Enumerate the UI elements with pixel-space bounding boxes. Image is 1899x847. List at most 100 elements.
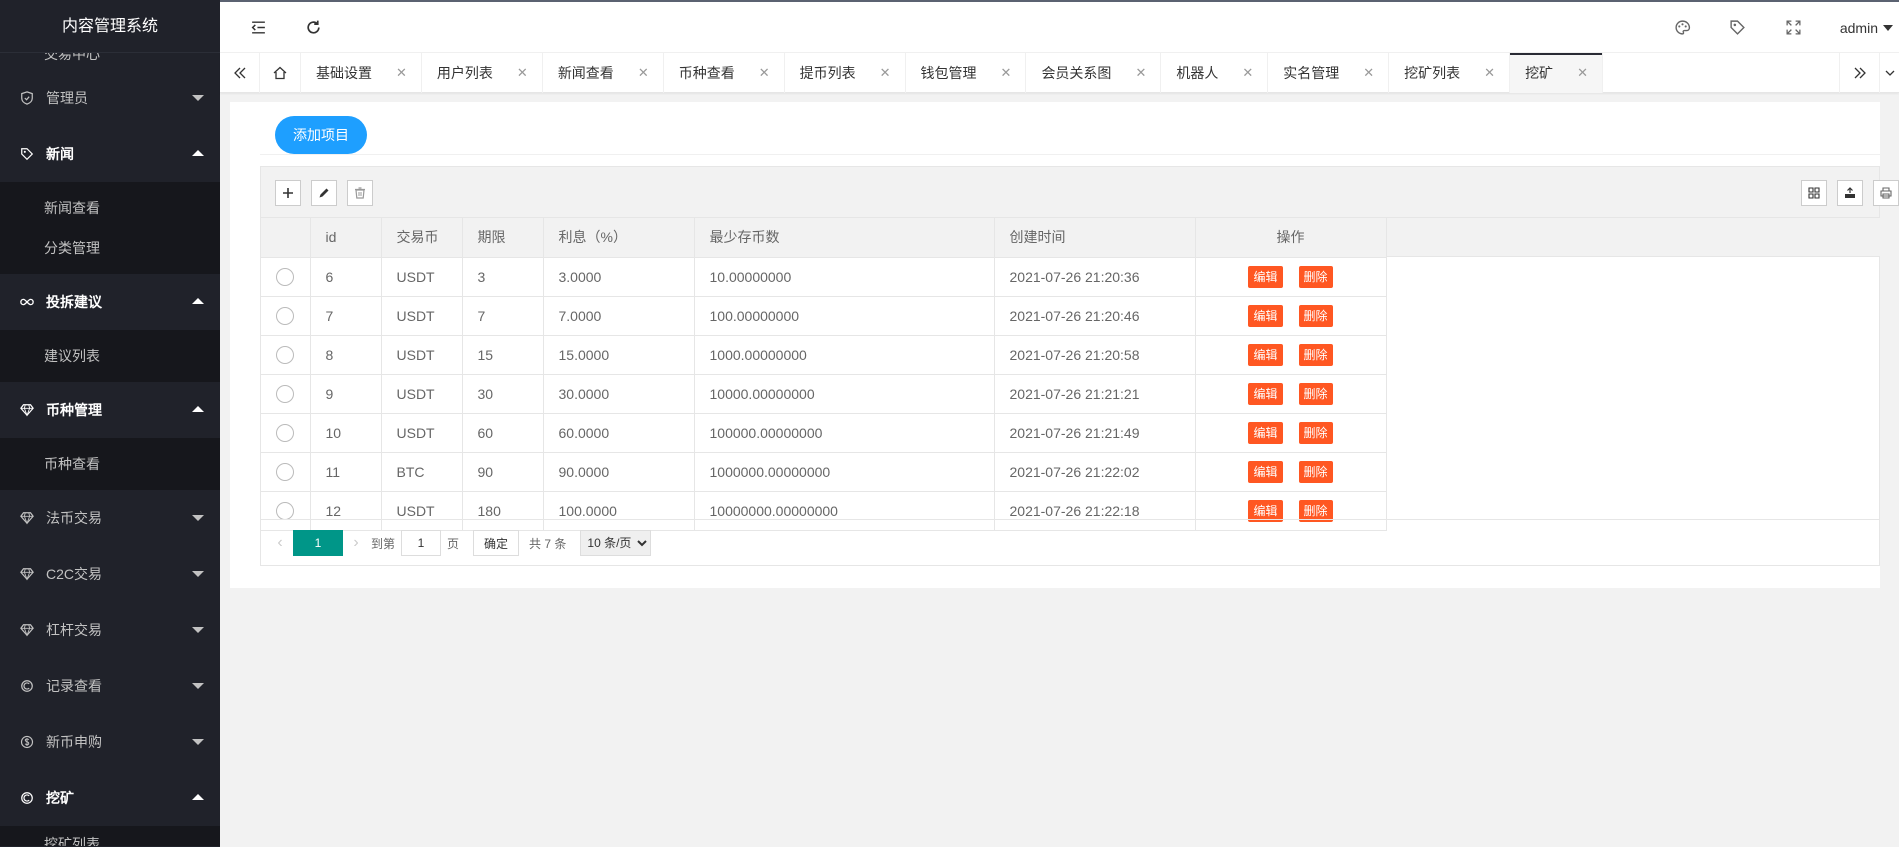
prev-page-icon[interactable]: ‹ (271, 534, 289, 552)
row-radio[interactable] (276, 423, 295, 442)
edit-button[interactable]: 编辑 (1248, 421, 1283, 444)
theme-palette-icon[interactable] (1662, 2, 1702, 53)
export-button[interactable] (1837, 180, 1863, 206)
row-radio[interactable] (276, 267, 295, 286)
close-icon[interactable]: ✕ (638, 65, 649, 81)
row-radio[interactable] (276, 462, 295, 481)
add-item-button[interactable]: 添加项目 (275, 116, 367, 154)
header-actions: 操作 (1195, 218, 1387, 258)
close-icon[interactable]: ✕ (759, 65, 770, 81)
page-current[interactable]: 1 (293, 530, 343, 556)
table-toolbar (261, 167, 1899, 218)
delete-button[interactable]: 删除 (1298, 265, 1333, 288)
tab-mining-list[interactable]: 挖矿列表 ✕ (1389, 53, 1511, 93)
sidebar-item-suggestions[interactable]: 投拆建议 (0, 274, 220, 330)
cell-interest: 7.0000 (543, 296, 695, 336)
sidebar-item-new-coin[interactable]: 新币申购 (0, 714, 220, 770)
close-icon[interactable]: ✕ (1577, 65, 1588, 81)
sidebar-subitem-news-view[interactable]: 新闻查看 (0, 188, 220, 228)
close-icon[interactable]: ✕ (1484, 65, 1495, 81)
edit-row-button[interactable] (311, 180, 337, 206)
delete-button[interactable]: 删除 (1298, 304, 1333, 327)
tab-news-view[interactable]: 新闻查看 ✕ (543, 53, 664, 93)
cell-id: 7 (310, 296, 382, 336)
close-icon[interactable]: ✕ (1135, 65, 1146, 81)
next-page-icon[interactable]: › (347, 534, 365, 552)
page-size-select[interactable]: 10 条/页 (580, 530, 652, 556)
cell-created-at: 2021-07-26 21:21:21 (994, 374, 1196, 414)
sidebar-item-mining[interactable]: 挖矿 (0, 770, 220, 826)
sidebar-item-label: C2C交易 (46, 566, 103, 582)
menu-collapse-icon[interactable] (238, 2, 278, 53)
tab-mining[interactable]: 挖矿 ✕ (1510, 53, 1603, 93)
sidebar-item-admin[interactable]: 管理员 (0, 70, 220, 126)
sidebar-item-news[interactable]: 新闻 (0, 126, 220, 182)
tab-user-list[interactable]: 用户列表 ✕ (422, 53, 543, 93)
close-icon[interactable]: ✕ (517, 65, 528, 81)
refresh-icon[interactable] (293, 2, 333, 53)
sidebar-item-label: 管理员 (46, 90, 88, 106)
close-icon[interactable]: ✕ (1242, 65, 1253, 81)
tabs-dropdown-icon[interactable] (1879, 53, 1899, 93)
edit-button[interactable]: 编辑 (1248, 304, 1283, 327)
row-radio[interactable] (276, 345, 295, 364)
tabs-scroll-right-icon[interactable] (1839, 53, 1879, 93)
cell-coin: USDT (381, 374, 463, 414)
sidebar-subitem-mining-list[interactable]: 挖矿列表 (0, 834, 220, 846)
edit-button[interactable]: 编辑 (1248, 265, 1283, 288)
tab-coin-view[interactable]: 币种查看 ✕ (664, 53, 785, 93)
table-header-row: id 交易币 期限 利息（%） 最少存币数 创建时间 操作 (261, 218, 1387, 258)
cell-term: 3 (462, 257, 544, 297)
sidebar-item-leverage-trade[interactable]: 杠杆交易 (0, 602, 220, 658)
delete-button[interactable]: 删除 (1298, 343, 1333, 366)
sidebar-subitem-suggestion-list[interactable]: 建议列表 (0, 336, 220, 376)
row-radio[interactable] (276, 306, 295, 325)
sidebar-item-clipped[interactable]: 交易中心 (0, 53, 220, 64)
row-radio[interactable] (276, 384, 295, 403)
tab-basic-settings[interactable]: 基础设置 ✕ (301, 53, 422, 93)
sidebar-item-c2c-trade[interactable]: C2C交易 (0, 546, 220, 602)
delete-button[interactable]: 删除 (1298, 421, 1333, 444)
fullscreen-icon[interactable] (1773, 2, 1813, 53)
edit-button[interactable]: 编辑 (1248, 343, 1283, 366)
tab-wallet-manage[interactable]: 钱包管理 ✕ (906, 53, 1027, 93)
user-menu[interactable]: admin (1840, 2, 1899, 53)
tab-label: 机器人 (1176, 65, 1219, 81)
delete-row-button[interactable] (347, 180, 373, 206)
sidebar-subitem-category[interactable]: 分类管理 (0, 228, 220, 268)
tab-realname[interactable]: 实名管理 ✕ (1268, 53, 1390, 93)
print-button[interactable] (1873, 180, 1899, 206)
tab-member-graph[interactable]: 会员关系图 ✕ (1026, 53, 1162, 93)
add-row-button[interactable] (275, 180, 301, 206)
delete-button[interactable]: 删除 (1298, 460, 1333, 483)
dollar-icon (20, 735, 34, 749)
username: admin (1839, 19, 1878, 36)
tag-icon (20, 147, 34, 161)
tab-home[interactable] (260, 53, 301, 93)
edit-button[interactable]: 编辑 (1248, 382, 1283, 405)
tag-icon[interactable] (1717, 2, 1757, 53)
cell-term: 7 (462, 296, 544, 336)
chevron-down-icon (192, 95, 204, 101)
cell-min-deposit: 10.00000000 (694, 257, 995, 297)
close-icon[interactable]: ✕ (880, 65, 891, 81)
close-icon[interactable]: ✕ (396, 65, 407, 81)
tab-withdraw-list[interactable]: 提币列表 ✕ (785, 53, 906, 93)
sidebar-item-records[interactable]: 记录查看 (0, 658, 220, 714)
row-radio[interactable] (276, 501, 295, 520)
close-icon[interactable]: ✕ (1363, 65, 1374, 81)
cell-min-deposit: 1000000.00000000 (694, 452, 995, 492)
close-icon[interactable]: ✕ (1001, 65, 1012, 81)
delete-button[interactable]: 删除 (1298, 382, 1333, 405)
goto-page-input[interactable] (401, 530, 442, 556)
sidebar-subitem-coin-view[interactable]: 币种查看 (0, 444, 220, 484)
sidebar-item-coins[interactable]: 币种管理 (0, 382, 220, 438)
sidebar-item-label: 新币申购 (46, 734, 102, 750)
sidebar-item-fiat-trade[interactable]: 法币交易 (0, 490, 220, 546)
column-filter-button[interactable] (1801, 180, 1827, 206)
tabs-scroll-left-icon[interactable] (220, 53, 260, 93)
edit-button[interactable]: 编辑 (1248, 460, 1283, 483)
tab-label: 基础设置 (316, 65, 372, 81)
tab-robot[interactable]: 机器人 ✕ (1161, 53, 1269, 93)
goto-confirm-button[interactable]: 确定 (473, 530, 520, 556)
